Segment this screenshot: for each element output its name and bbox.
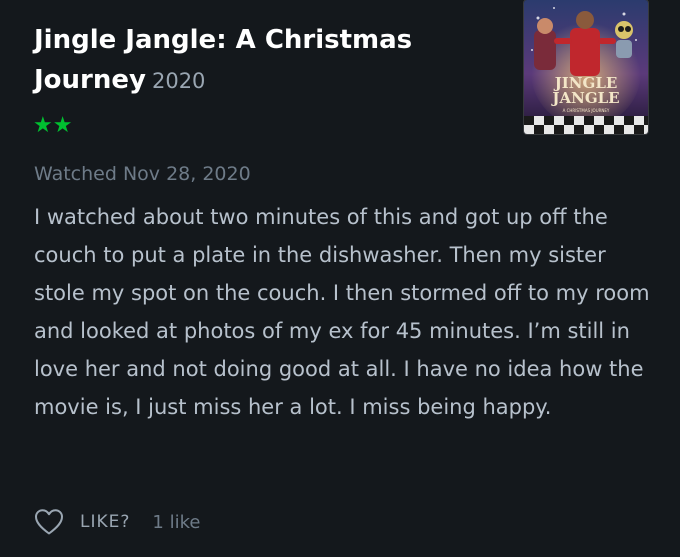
film-heading: Jingle Jangle: A Christmas Journey 2020 bbox=[34, 20, 504, 101]
poster-floor bbox=[524, 116, 648, 134]
like-count[interactable]: 1 like bbox=[152, 512, 200, 533]
film-poster[interactable]: JINGLE JANGLE A CHRISTMAS JOURNEY bbox=[524, 0, 648, 134]
poster-artwork: JINGLE JANGLE A CHRISTMAS JOURNEY bbox=[524, 0, 648, 134]
rating-stars: ★★ bbox=[33, 113, 73, 138]
poster-title-line2: JANGLE bbox=[550, 89, 619, 107]
review-body: I watched about two minutes of this and … bbox=[34, 205, 650, 419]
film-title-line: Jingle Jangle: A Christmas Journey 2020 bbox=[34, 20, 504, 101]
review-card: Jingle Jangle: A Christmas Journey 2020 ★… bbox=[0, 0, 680, 557]
like-label[interactable]: LIKE? bbox=[80, 512, 130, 532]
watched-date: Watched Nov 28, 2020 bbox=[34, 163, 251, 185]
review-actions: LIKE? 1 like bbox=[34, 505, 200, 539]
film-year[interactable]: 2020 bbox=[152, 69, 205, 93]
poster-subtitle: A CHRISTMAS JOURNEY bbox=[563, 108, 610, 113]
heart-outline-icon[interactable] bbox=[34, 508, 64, 536]
film-title[interactable]: Jingle Jangle: A Christmas Journey bbox=[34, 25, 412, 95]
like-button[interactable]: LIKE? bbox=[34, 508, 130, 536]
